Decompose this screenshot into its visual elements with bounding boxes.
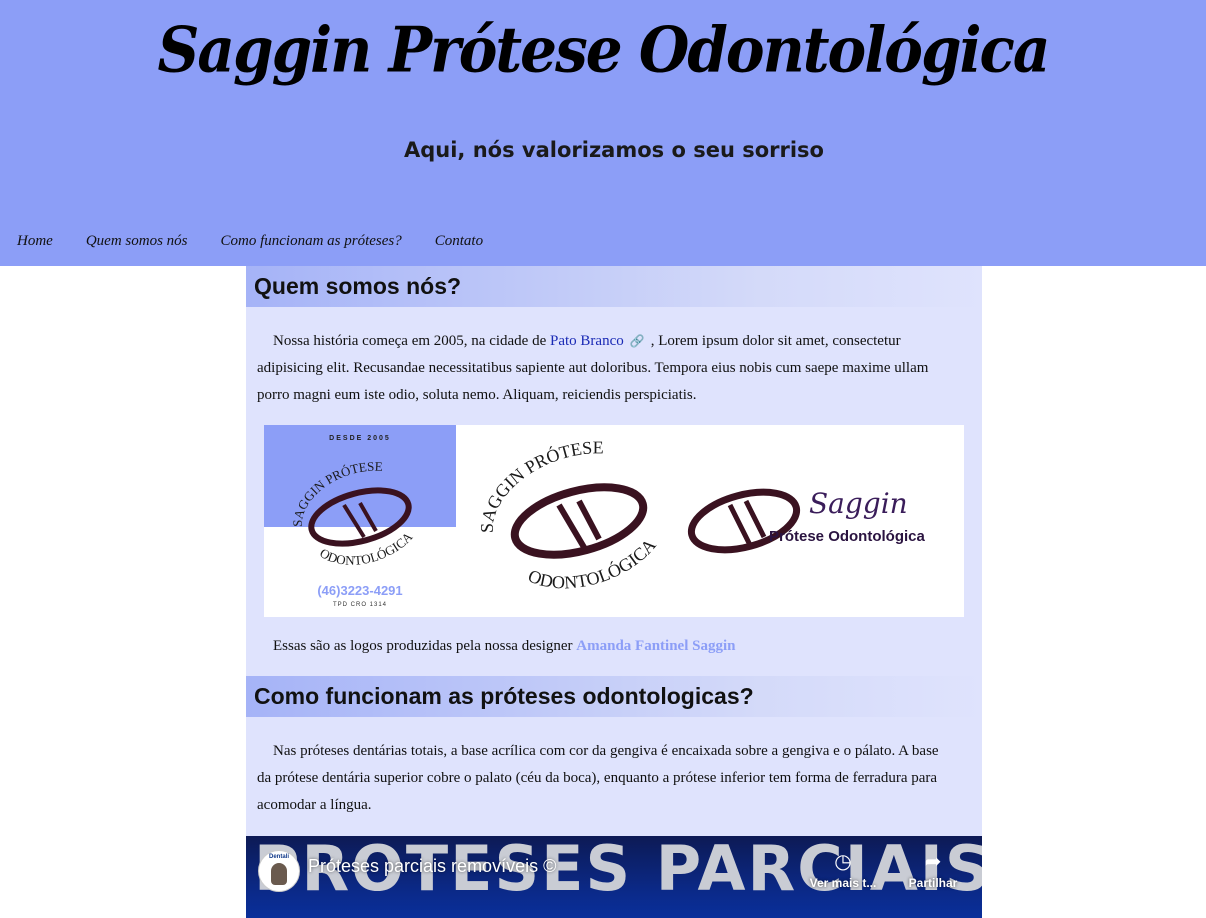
logo1-arc-bottom: ODONTOLÓGICA [317,529,416,568]
video-embed[interactable]: PROTESES PARCIAIS Dentali Próteses parci… [246,836,982,918]
svg-text:ODONTOLÓGICA: ODONTOLÓGICA [317,529,416,568]
link-icon: 🔗 [629,334,645,348]
nav-home[interactable]: Home [17,228,53,254]
nav-contato[interactable]: Contato [435,228,483,254]
about-paragraph: Nossa história começa em 2005, na cidade… [246,328,982,409]
clock-icon: ◷ [834,851,852,873]
share-icon: ➦ [924,851,942,873]
pato-branco-label: Pato Branco [550,333,624,349]
logo-variant-3-icon [687,488,801,554]
logo-phone: (46)3223-4291 [317,583,403,598]
section-heading-como-funcionam: Como funcionam as próteses odontologicas… [246,676,982,717]
main-content: Quem somos nós? Nossa história começa em… [246,266,982,918]
nav-como-funcionam[interactable]: Como funcionam as próteses? [221,228,402,254]
logos-caption: Essas são as logos produzidas pela nossa… [246,633,982,660]
avatar-face [271,863,287,885]
logo-tpd: TPD CRO 1314 [332,602,387,608]
main-nav: Home Quem somos nós Como funcionam as pr… [0,228,499,254]
logo-saggin-script: Saggin [809,487,908,520]
video-title[interactable]: Próteses parciais removíveis © [308,856,556,877]
watch-later-label: Ver mais t... [809,876,877,890]
pato-branco-link[interactable]: Pato Branco 🔗 [550,333,651,349]
share-button[interactable]: ➦ Partilhar [898,850,968,890]
caption-text: Essas são as logos produzidas pela nossa… [273,638,577,654]
section-heading-quem-somos: Quem somos nós? [246,266,982,307]
site-header: Saggin Prótese Odontológica Aqui, nós va… [0,0,1206,266]
logo2-arc-bottom: ODONTOLÓGICA [525,535,660,593]
nav-quem-somos[interactable]: Quem somos nós [86,228,188,254]
site-tagline: Aqui, nós valorizamos o seu sorriso [404,138,824,162]
about-text-start: Nossa história começa em 2005, na cidade… [273,333,550,349]
how-it-works-paragraph: Nas próteses dentárias totais, a base ac… [257,743,939,813]
logo-protese-text: Prótese Odontológica [769,528,925,545]
watch-later-button[interactable]: ◷ Ver mais t... [808,850,878,890]
channel-brand: Dentali [268,854,289,860]
site-title: Saggin Prótese Odontológica [157,13,1051,87]
logo-variant-1: DESDE 2005 SAGGIN PRÓTESE ODONTOLÓGICA (… [264,425,456,617]
svg-text:ODONTOLÓGICA: ODONTOLÓGICA [525,535,660,593]
logos-image: DESDE 2005 SAGGIN PRÓTESE ODONTOLÓGICA (… [264,425,964,617]
share-label: Partilhar [908,876,958,890]
logo-variant-2-icon: SAGGIN PRÓTESE ODONTOLÓGICA [479,437,660,593]
designer-link[interactable]: Amanda Fantinel Saggin [576,638,735,654]
channel-avatar[interactable]: Dentali [258,850,300,892]
